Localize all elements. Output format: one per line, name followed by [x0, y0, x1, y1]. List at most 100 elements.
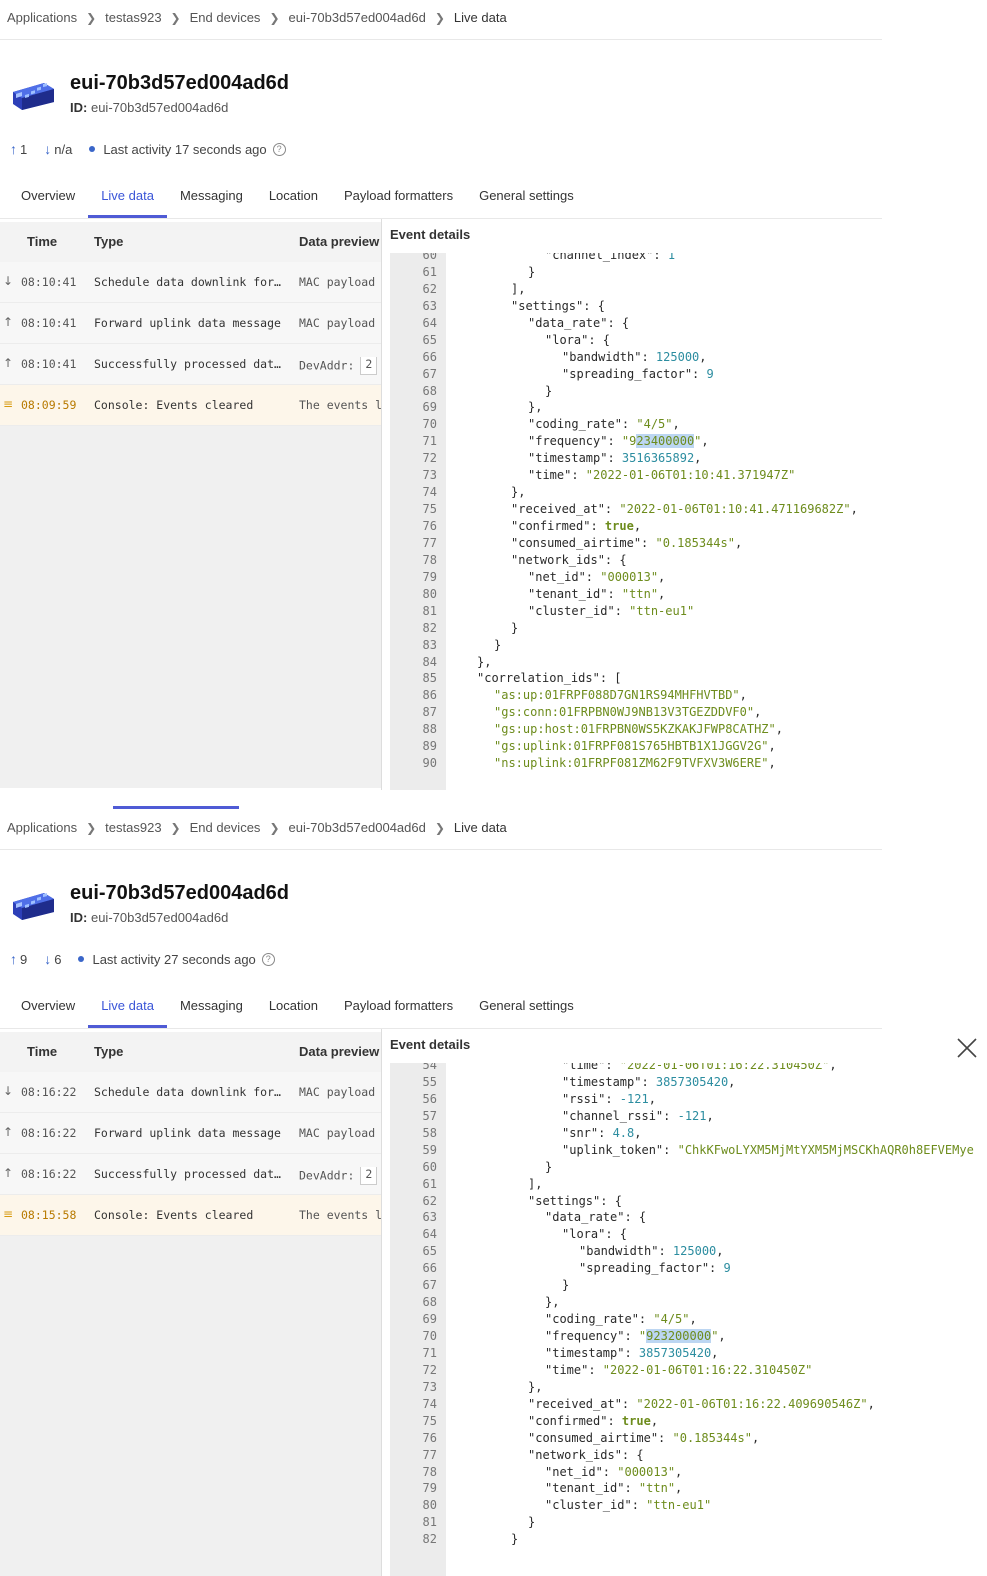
breadcrumb-end-devices[interactable]: End devices [190, 10, 261, 25]
tab-messaging[interactable]: Messaging [167, 988, 256, 1025]
code-text: } [494, 637, 502, 652]
event-row[interactable]: ≡ 08:09:59 Console: Events cleared The even… [0, 385, 381, 426]
event-json-viewer[interactable]: 60 "channel_index": 1 61} 62], 63 "settings":… [390, 253, 987, 790]
code-text: } [528, 1515, 536, 1530]
breadcrumb-application[interactable]: testas923 [105, 10, 161, 25]
event-time: 08:10:41 [21, 275, 77, 289]
help-circle-icon[interactable]: ? [261, 952, 275, 966]
line-number: 85 [422, 671, 437, 686]
device-id-label: ID: [70, 100, 88, 115]
breadcrumb-application[interactable]: testas923 [105, 820, 161, 835]
arrow-up-icon: ↑ [3, 356, 14, 370]
line-number: 70 [422, 1329, 437, 1343]
line-number: 66 [422, 349, 437, 364]
code-text: "network_ids": { [511, 552, 627, 567]
line-number: 90 [422, 756, 437, 771]
arrow-down-icon: ↓ [44, 141, 52, 157]
device-icon [13, 83, 54, 110]
breadcrumb-applications[interactable]: Applications [7, 10, 77, 25]
breadcrumb-device[interactable]: eui-70b3d57ed004ad6d [289, 820, 426, 835]
code-line: 70 "coding_rate": "4/5", [390, 416, 987, 433]
line-number: 64 [422, 315, 437, 330]
tab-payload-formatters[interactable]: Payload formatters [331, 178, 466, 215]
code-text: ], [528, 1176, 543, 1191]
event-time: 08:16:22 [21, 1126, 77, 1140]
line-number: 69 [422, 400, 437, 415]
code-line: 66 "spreading_factor": 9 [390, 1260, 987, 1277]
breadcrumb-current: Live data [453, 10, 507, 25]
event-row[interactable]: ↑ 08:16:22 Forward uplink data message MAC … [0, 1113, 381, 1154]
tab-live-data[interactable]: Live data [88, 988, 167, 1028]
code-line: 72 "timestamp": 3516365892, [390, 450, 987, 467]
breadcrumb: Applications ❯ testas923 ❯ End devices ❯ eu… [7, 10, 507, 25]
line-number: 79 [422, 1481, 437, 1496]
event-row[interactable]: ↓ 08:10:41 Schedule data downlink for… MAC … [0, 262, 381, 303]
line-number: 86 [422, 688, 437, 703]
code-text: }, [528, 1379, 543, 1394]
device-id: ID: eui-70b3d57ed004ad6d [70, 100, 228, 115]
line-number: 82 [422, 620, 437, 635]
breadcrumb-current: Live data [453, 820, 507, 835]
line-number: 81 [422, 1515, 437, 1530]
line-number: 71 [422, 1345, 437, 1360]
tab-live-data[interactable]: Live data [88, 178, 167, 218]
breadcrumb-end-devices[interactable]: End devices [190, 820, 261, 835]
code-line: 75 "confirmed": true, [390, 1413, 987, 1430]
line-number: 63 [422, 1210, 437, 1225]
code-line: 74}, [390, 484, 987, 501]
code-text: }, [511, 485, 526, 500]
tab-messaging[interactable]: Messaging [167, 178, 256, 215]
code-line: 69}, [390, 399, 987, 416]
event-row[interactable]: ↑ 08:10:41 Successfully processed dat… DevA… [0, 344, 381, 385]
downlink-count-value: n/a [54, 141, 73, 157]
line-number: 84 [422, 654, 437, 669]
column-type[interactable]: Type [94, 234, 123, 249]
code-lines: 60 "channel_index": 1 61} 62], 63 "settings":… [390, 253, 987, 772]
event-row[interactable]: ↓ 08:16:22 Schedule data downlink for… MAC … [0, 1072, 381, 1113]
header-divider [0, 849, 882, 850]
tab-general-settings[interactable]: General settings [466, 178, 587, 215]
event-type: Console: Events cleared [94, 1208, 254, 1222]
tab-general-settings[interactable]: General settings [466, 988, 587, 1025]
uplink-count: ↑ 9 [10, 951, 27, 967]
code-line: 66 "bandwidth": 125000, [390, 349, 987, 366]
column-time[interactable]: Time [27, 234, 57, 249]
tab-location[interactable]: Location [256, 988, 331, 1025]
code-text: } [545, 1159, 553, 1174]
arrow-up-icon: ↑ [3, 1125, 14, 1139]
line-number: 74 [422, 485, 437, 500]
event-row[interactable]: ↑ 08:10:41 Forward uplink data message MAC … [0, 303, 381, 344]
tab-overview[interactable]: Overview [8, 178, 88, 215]
column-time[interactable]: Time [27, 1044, 57, 1059]
device-id-label: ID: [70, 910, 88, 925]
code-line: 85 "correlation_ids": [ [390, 670, 987, 687]
code-text: "gs:conn:01FRPBN0WJ9NB13V3TGEZDDVF0", [494, 705, 762, 720]
code-text: } [511, 1532, 519, 1547]
breadcrumb-applications[interactable]: Applications [7, 820, 77, 835]
code-line: 82} [390, 620, 987, 637]
code-line: 74 "received_at": "2022-01-06T01:16:22.40… [390, 1396, 987, 1413]
column-data-preview[interactable]: Data preview [299, 1044, 379, 1059]
breadcrumb-device[interactable]: eui-70b3d57ed004ad6d [289, 10, 426, 25]
code-line: 61} [390, 264, 987, 281]
code-line: 76 "consumed_airtime": "0.185344s", [390, 1430, 987, 1447]
code-text: "time": "2022-01-06T01:16:22.310450Z" [545, 1362, 813, 1377]
event-row[interactable]: ≡ 08:15:58 Console: Events cleared The even… [0, 1195, 381, 1236]
tab-overview[interactable]: Overview [8, 988, 88, 1025]
column-type[interactable]: Type [94, 1044, 123, 1059]
code-text: "rssi": -121, [562, 1091, 656, 1106]
event-row[interactable]: ↑ 08:16:22 Successfully processed dat… DevA… [0, 1154, 381, 1195]
screenshot-1: Applications ❯ testas923 ❯ End devices ❯ eu… [0, 0, 987, 790]
column-data-preview[interactable]: Data preview [299, 234, 379, 249]
event-json-viewer[interactable]: 54 "time": "2022-01-06T01:16:22.310450Z",… [390, 1063, 987, 1576]
chevron-right-icon: ❯ [269, 820, 280, 835]
line-number: 62 [422, 281, 437, 296]
code-text: "lora": { [562, 1227, 628, 1242]
tab-payload-formatters[interactable]: Payload formatters [331, 988, 466, 1025]
tab-location[interactable]: Location [256, 178, 331, 215]
help-circle-icon[interactable]: ? [272, 142, 286, 156]
event-type: Schedule data downlink for… [94, 275, 281, 289]
code-text: "frequency": "923400000", [528, 434, 709, 449]
code-text: "channel_rssi": -121, [562, 1108, 714, 1123]
close-icon[interactable] [956, 1037, 978, 1059]
